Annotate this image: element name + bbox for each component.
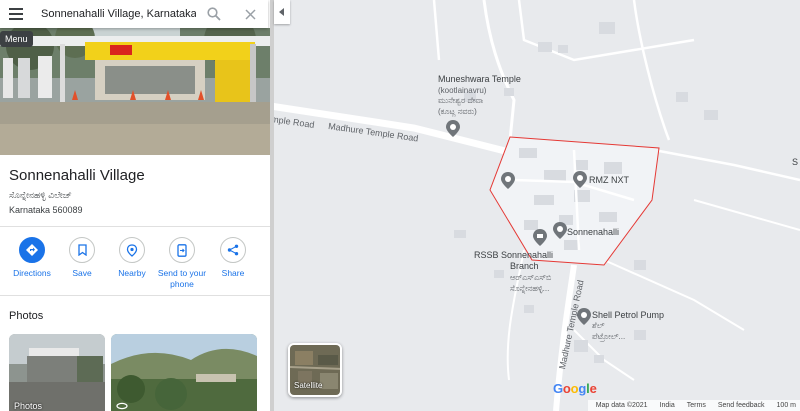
region-link[interactable]: India <box>660 402 675 409</box>
place-local-name: ಸೊನ್ನೇನಹಳ್ಳಿ ವಿಲೇಜ್ <box>9 190 72 200</box>
photo-thumbnail[interactable]: Photos <box>9 334 105 411</box>
share-button[interactable]: Share <box>208 237 258 279</box>
directions-icon <box>26 244 38 256</box>
place-hero-photo[interactable] <box>0 28 270 155</box>
directions-label: Directions <box>13 268 51 278</box>
directions-button[interactable]: Directions <box>7 237 57 279</box>
menu-button[interactable] <box>0 0 32 28</box>
satellite-label: Satellite <box>294 381 323 390</box>
collapse-panel-button[interactable] <box>274 0 290 24</box>
temple-label: Muneshwara Temple <box>438 74 521 84</box>
nearby-label: Nearby <box>118 268 146 278</box>
place-pin-icon[interactable] <box>501 172 515 189</box>
street-view-icon <box>116 402 128 410</box>
terms-link[interactable]: Terms <box>687 402 706 409</box>
bank-pin-icon[interactable] <box>533 229 547 246</box>
shell-label-kn1: ಶೆಲ್ <box>592 321 605 330</box>
rssb-label-kn2: ಸೊನ್ನೇನಹಳ್ಳಿ... <box>510 284 550 293</box>
clear-search-button[interactable] <box>232 0 268 28</box>
edge-label: S <box>792 157 799 167</box>
nearby-button[interactable]: Nearby <box>107 237 157 279</box>
search-button[interactable] <box>196 0 232 28</box>
phone-icon <box>177 243 187 257</box>
shell-label-kn2: ಪೆಟ್ರೋಲ್... <box>592 332 626 341</box>
bookmark-icon <box>77 244 87 256</box>
sonnenahalli-label: Sonnenahalli <box>567 227 620 237</box>
close-icon <box>244 8 256 20</box>
satellite-layer-button[interactable]: Satellite <box>288 343 342 397</box>
place-address: Karnataka 560089 <box>9 205 83 215</box>
rmz-label: RMZ NXT <box>589 175 629 185</box>
share-label: Share <box>221 268 245 278</box>
nearby-icon <box>126 243 138 257</box>
photos-heading: Photos <box>9 310 44 322</box>
map-base <box>274 0 800 411</box>
scale-label: 100 m <box>776 402 796 409</box>
google-logo: Google <box>553 381 597 396</box>
menu-tooltip: Menu <box>0 31 33 47</box>
rssb-label-kn1: ಆರ್‌ಎಸ್‌ಎಸ್‌ಬಿ <box>510 273 552 282</box>
map-data-credit: Map data ©2021 <box>595 402 648 409</box>
shell-label: Shell Petrol Pump <box>592 310 665 320</box>
maps-app: Menu Sonnenahalli Village ಸೊನ್ನೇನಹಳ್ಳಿ ವ… <box>0 0 800 411</box>
search-box <box>0 0 268 28</box>
rssb-label: RSSB Sonnenahalli <box>474 250 554 260</box>
photo-caption: Photos <box>14 401 43 411</box>
hamburger-icon <box>9 8 23 20</box>
chevron-left-icon <box>279 8 284 16</box>
share-icon <box>227 244 239 256</box>
map-canvas[interactable]: Muneshwara Temple (kootlainavru) ಮುನೇಶ್ವ… <box>274 0 800 411</box>
map-attribution: Map data ©2021 India Terms Send feedback… <box>587 400 800 411</box>
temple-label-alt: (kootlainavru) <box>438 86 487 95</box>
place-panel: Menu Sonnenahalli Village ಸೊನ್ನೇನಹಳ್ಳಿ ವ… <box>0 0 270 411</box>
divider <box>0 226 270 227</box>
temple-pin-icon[interactable] <box>446 120 460 137</box>
send-feedback-link[interactable]: Send feedback <box>718 402 765 409</box>
temple-label-kn1: ಮುನೇಶ್ವರ ದೇವಾ <box>438 96 484 105</box>
sonnenahalli-pin-icon[interactable] <box>553 222 567 239</box>
save-label: Save <box>72 268 92 278</box>
send-to-phone-label: Send to your phone <box>157 268 207 289</box>
place-title: Sonnenahalli Village <box>9 167 145 184</box>
temple-label-kn2: (ಕೂಟ್ಲ ನವರು) <box>438 107 477 116</box>
save-button[interactable]: Save <box>57 237 107 279</box>
send-to-phone-button[interactable]: Send to your phone <box>157 237 207 290</box>
rssb-label-2: Branch <box>510 261 539 271</box>
search-input[interactable] <box>32 2 196 26</box>
divider <box>0 295 270 296</box>
rmz-pin-icon[interactable] <box>573 171 587 188</box>
photo-thumbnail[interactable] <box>111 334 257 411</box>
search-icon <box>207 7 221 21</box>
